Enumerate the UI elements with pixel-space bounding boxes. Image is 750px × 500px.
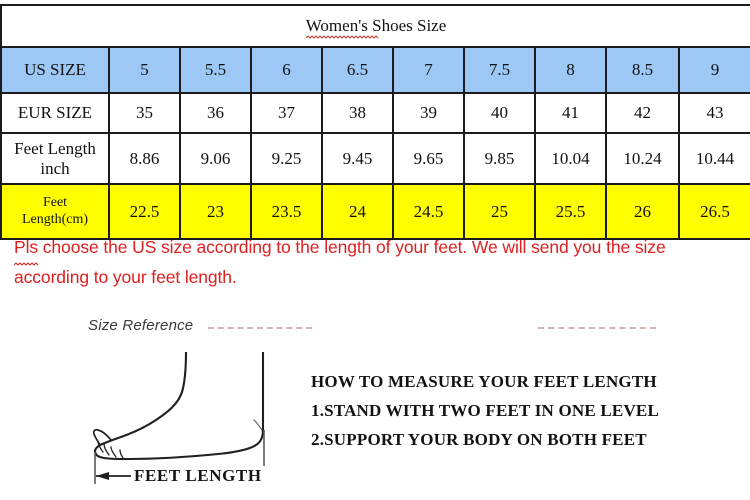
cell-feet-cm-2: 23.5	[250, 183, 323, 240]
cell-feet-inch-2: 9.25	[250, 132, 323, 185]
row-label-feet-inch: Feet Length inch	[0, 132, 110, 185]
cell-feet-inch-6: 10.04	[534, 132, 607, 185]
size-reference-label: Size Reference	[88, 317, 194, 334]
cell-us-size-0: 5	[108, 46, 181, 94]
note-misspelled-word: Pls	[14, 232, 39, 266]
size-reference-dash-right	[538, 327, 656, 329]
cell-eur-size-8: 43	[677, 92, 750, 134]
row-label-us-size: US SIZE	[0, 46, 110, 94]
cell-us-size-3: 6.5	[321, 46, 394, 94]
cell-feet-inch-1: 9.06	[179, 132, 252, 185]
table-row: Feet Length inch 8.86 9.06 9.25 9.45 9.6…	[0, 132, 750, 185]
foot-length-measure-label: FEET LENGTH	[131, 466, 265, 486]
table-row: Feet Length(cm) 22.5 23 23.5 24 24.5 25 …	[0, 183, 750, 240]
note-line2: according to your feet length.	[14, 267, 237, 287]
cell-feet-inch-4: 9.65	[392, 132, 465, 185]
cell-feet-cm-7: 26	[605, 183, 680, 240]
cell-eur-size-2: 37	[250, 92, 323, 134]
sizing-instruction-note: Pls choose the US size according to the …	[14, 232, 739, 292]
size-reference-dash-left	[208, 327, 312, 329]
cell-feet-inch-7: 10.24	[605, 132, 680, 185]
cell-eur-size-1: 36	[179, 92, 252, 134]
cell-feet-cm-4: 24.5	[392, 183, 465, 240]
cell-us-size-2: 6	[250, 46, 323, 94]
cell-us-size-6: 8	[534, 46, 607, 94]
note-line1-rest: choose the US size according to the leng…	[38, 237, 666, 257]
table-title-row: Women's Shoes Size	[0, 4, 750, 48]
how-to-step-1: 1.STAND WITH TWO FEET IN ONE LEVEL	[311, 401, 659, 420]
table-title-cell: Women's Shoes Size	[0, 4, 750, 48]
how-to-heading: HOW TO MEASURE YOUR FEET LENGTH	[311, 372, 657, 391]
row-label-feet-inch-line2: inch	[40, 158, 70, 178]
cell-us-size-7: 8.5	[605, 46, 680, 94]
cell-eur-size-4: 39	[392, 92, 465, 134]
cell-feet-inch-5: 9.85	[463, 132, 536, 185]
cell-eur-size-7: 42	[605, 92, 680, 134]
cell-eur-size-5: 40	[463, 92, 536, 134]
cell-feet-cm-6: 25.5	[534, 183, 607, 240]
cell-feet-cm-5: 25	[463, 183, 536, 240]
cell-feet-inch-8: 10.44	[677, 132, 750, 185]
cell-feet-cm-8: 26.5	[677, 183, 750, 240]
row-label-feet-cm-line1: Feet	[42, 195, 68, 211]
cell-feet-cm-0: 22.5	[108, 183, 181, 240]
row-label-feet-cm: Feet Length(cm)	[0, 183, 110, 240]
spellcheck-squiggle-icon	[14, 262, 40, 266]
cell-eur-size-0: 35	[108, 92, 181, 134]
row-label-feet-cm-line2: Length(cm)	[21, 211, 89, 227]
cell-us-size-4: 7	[392, 46, 465, 94]
cell-feet-cm-1: 23	[179, 183, 252, 240]
table-row: EUR SIZE 35 36 37 38 39 40 41 42 43	[0, 92, 750, 134]
spellcheck-squiggle-icon	[305, 35, 380, 39]
row-label-eur-size: EUR SIZE	[0, 92, 110, 134]
cell-feet-cm-3: 24	[321, 183, 394, 240]
note-line1-prefix: Pls	[14, 237, 39, 257]
cell-us-size-1: 5.5	[179, 46, 252, 94]
size-chart-table: Women's Shoes Size US SIZE 5 5.5 6 6.5 7…	[0, 4, 750, 240]
how-to-step-2: 2.SUPPORT YOUR BODY ON BOTH FEET	[311, 430, 647, 449]
cell-eur-size-6: 41	[534, 92, 607, 134]
row-label-feet-inch-line1: Feet Length	[14, 138, 96, 158]
cell-feet-inch-0: 8.86	[108, 132, 181, 185]
cell-us-size-5: 7.5	[463, 46, 536, 94]
cell-us-size-8: 9	[677, 46, 750, 94]
cell-eur-size-3: 38	[321, 92, 394, 134]
page-title: Women's Shoes Size	[305, 16, 447, 35]
how-to-measure-block: HOW TO MEASURE YOUR FEET LENGTH 1.STAND …	[311, 367, 659, 454]
page-title-wrapper: Women's Shoes Size	[305, 16, 447, 39]
cell-feet-inch-3: 9.45	[321, 132, 394, 185]
table-row: US SIZE 5 5.5 6 6.5 7 7.5 8 8.5 9	[0, 46, 750, 94]
